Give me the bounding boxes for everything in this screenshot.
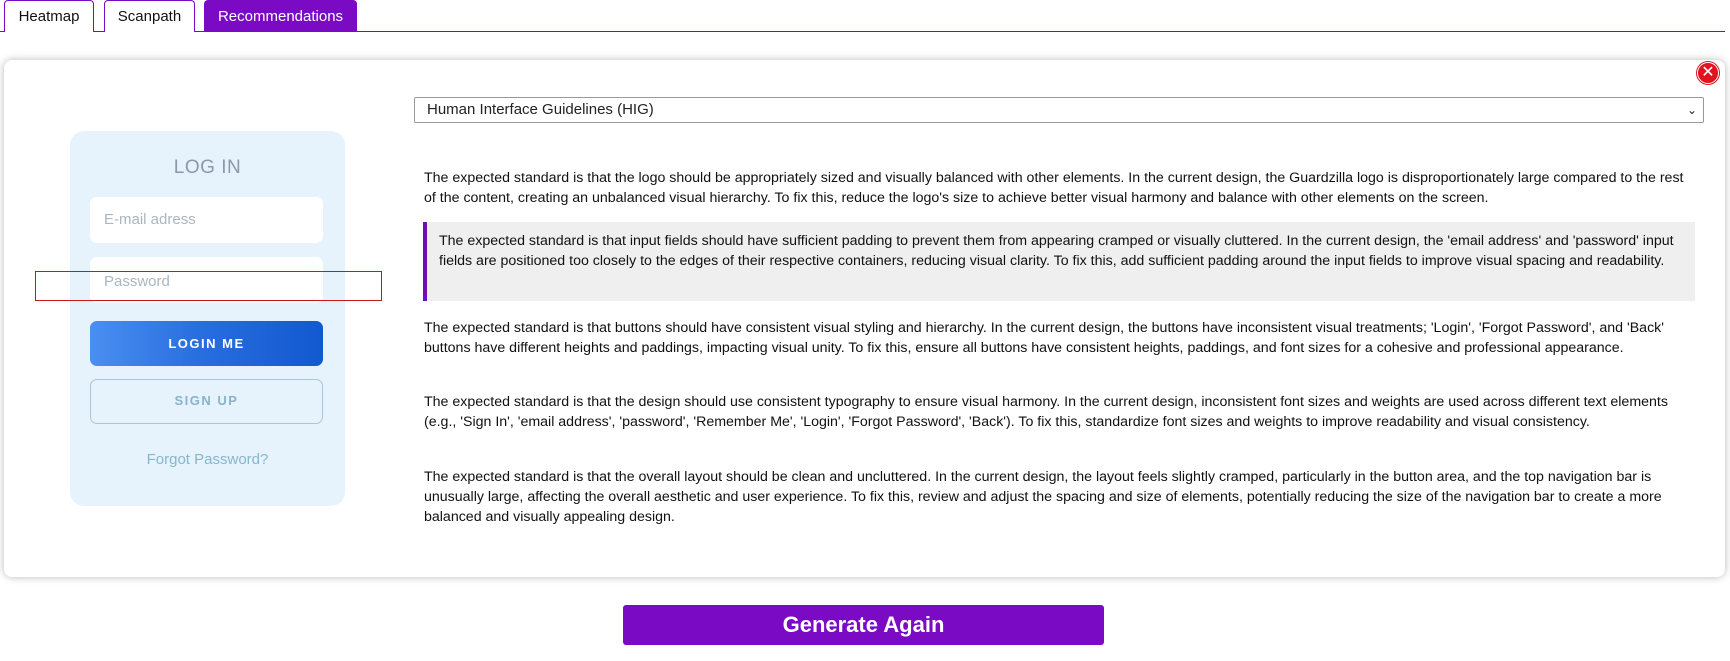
recommendation-item: The expected standard is that the design… xyxy=(424,394,1668,430)
login-preview-title: LOG IN xyxy=(173,157,242,178)
chevron-down-icon: ⌄ xyxy=(1686,103,1697,117)
login-button-preview: LOGIN ME xyxy=(90,321,323,366)
recommendation-item: The expected standard is that the logo s… xyxy=(424,170,1684,206)
generate-again-button[interactable]: Generate Again xyxy=(623,605,1104,645)
issue-highlight-box xyxy=(35,271,382,301)
guideline-select[interactable]: Human Interface Guidelines (HIG) ⌄ xyxy=(414,97,1704,123)
recommendation-item: The expected standard is that buttons sh… xyxy=(424,320,1664,356)
recommendation-item-highlighted: The expected standard is that input fiel… xyxy=(423,222,1695,301)
signup-button-preview: SIGN UP xyxy=(90,379,323,424)
recommendation-item: The expected standard is that the overal… xyxy=(424,469,1662,525)
tab-bar: Heatmap Scanpath Recommendations xyxy=(0,0,1725,32)
email-field-preview: E-mail adress xyxy=(90,197,323,243)
login-preview-panel xyxy=(70,131,345,506)
tab-heatmap[interactable]: Heatmap xyxy=(4,0,94,32)
guideline-select-value: Human Interface Guidelines (HIG) xyxy=(427,101,654,118)
tab-recommendations[interactable]: Recommendations xyxy=(204,0,357,32)
tab-scanpath[interactable]: Scanpath xyxy=(104,0,195,32)
close-icon[interactable]: ✕ xyxy=(1697,62,1719,84)
forgot-password-link-preview: Forgot Password? xyxy=(146,451,269,468)
